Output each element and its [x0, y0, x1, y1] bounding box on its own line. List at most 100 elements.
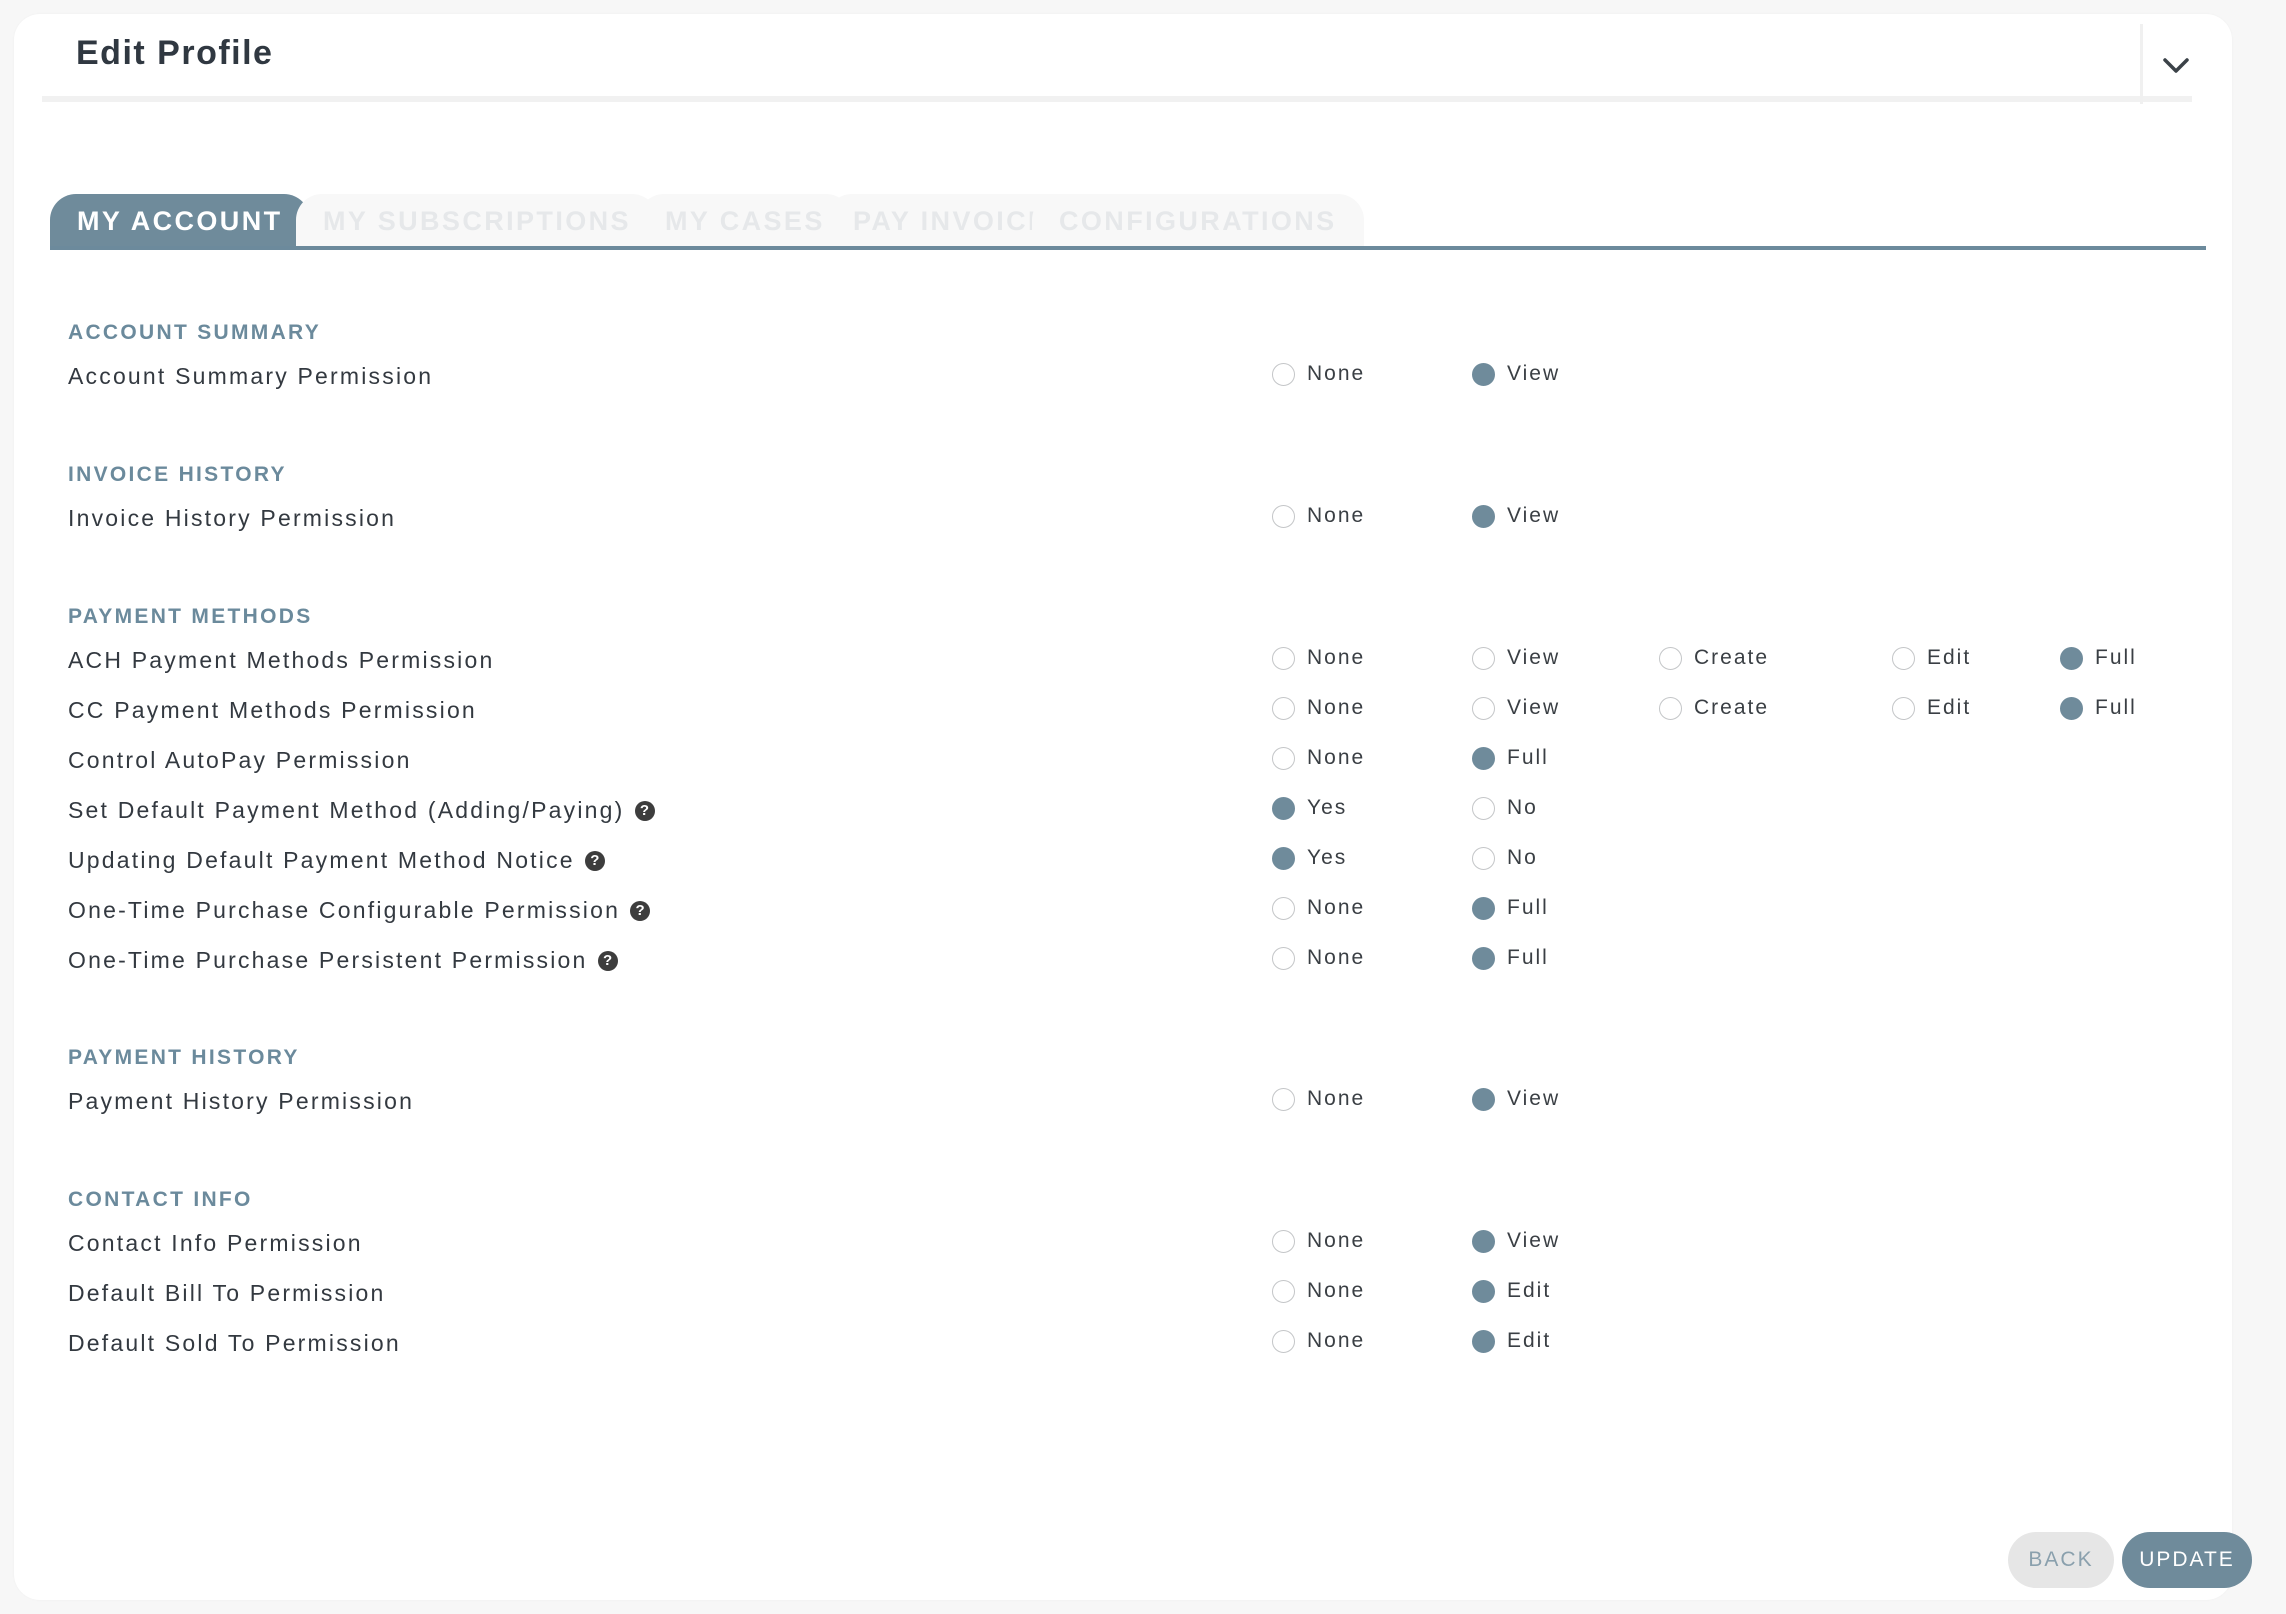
- radio-option-none[interactable]: None: [1272, 946, 1365, 970]
- radio-option-create[interactable]: Create: [1659, 696, 1769, 720]
- radio-option-label: None: [1307, 362, 1366, 385]
- radio-option-yes[interactable]: Yes: [1272, 796, 1347, 820]
- radio-option-no[interactable]: No: [1472, 796, 1538, 820]
- radio-option-edit[interactable]: Edit: [1472, 1329, 1551, 1353]
- radio-button[interactable]: [1472, 1087, 1495, 1111]
- radio-button[interactable]: [1472, 362, 1495, 386]
- radio-option-full[interactable]: Full: [1472, 896, 1549, 920]
- radio-button[interactable]: [1659, 696, 1682, 720]
- radio-button[interactable]: [1472, 1229, 1495, 1253]
- radio-option-none[interactable]: None: [1272, 746, 1365, 770]
- tab-my-subscriptions[interactable]: MY SUBSCRIPTIONS: [296, 194, 658, 246]
- radio-option-full[interactable]: Full: [1472, 946, 1549, 970]
- radio-option-create[interactable]: Create: [1659, 646, 1769, 670]
- chevron-down-icon: [2163, 58, 2189, 73]
- radio-option-none[interactable]: None: [1272, 1229, 1365, 1253]
- radio-option-no[interactable]: No: [1472, 846, 1538, 870]
- radio-option-none[interactable]: None: [1272, 504, 1365, 528]
- radio-button[interactable]: [1272, 1279, 1295, 1303]
- radio-option-label: View: [1507, 504, 1561, 527]
- radio-button[interactable]: [1472, 1329, 1495, 1353]
- radio-button[interactable]: [2060, 696, 2083, 720]
- radio-button[interactable]: [1892, 696, 1915, 720]
- permission-label-text: One-Time Purchase Configurable Permissio…: [68, 897, 621, 923]
- permission-label-text: Updating Default Payment Method Notice: [68, 847, 575, 873]
- update-button[interactable]: UPDATE: [2122, 1532, 2252, 1588]
- radio-option-view[interactable]: View: [1472, 362, 1560, 386]
- radio-option-none[interactable]: None: [1272, 362, 1365, 386]
- radio-button[interactable]: [1472, 504, 1495, 528]
- radio-button[interactable]: [1272, 746, 1295, 770]
- permission-label-text: Set Default Payment Method (Adding/Payin…: [68, 797, 625, 823]
- radio-button[interactable]: [1272, 696, 1295, 720]
- permission-label-text: Default Sold To Permission: [68, 1330, 401, 1356]
- permission-row-label: ACH Payment Methods Permission: [68, 647, 494, 674]
- question-circle-icon[interactable]: ?: [597, 950, 618, 971]
- radio-button[interactable]: [1659, 646, 1682, 670]
- permission-row-label: Invoice History Permission: [68, 505, 396, 532]
- permission-row-label: Contact Info Permission: [68, 1230, 363, 1257]
- radio-option-view[interactable]: View: [1472, 1229, 1560, 1253]
- radio-option-full[interactable]: Full: [2060, 696, 2137, 720]
- radio-option-none[interactable]: None: [1272, 1329, 1365, 1353]
- radio-button[interactable]: [1472, 1279, 1495, 1303]
- page-title: Edit Profile: [76, 34, 274, 72]
- radio-button[interactable]: [1892, 646, 1915, 670]
- radio-button[interactable]: [1472, 946, 1495, 970]
- radio-button[interactable]: [1272, 362, 1295, 386]
- radio-button[interactable]: [1272, 646, 1295, 670]
- radio-button[interactable]: [1272, 846, 1295, 870]
- permission-label-text: ACH Payment Methods Permission: [68, 647, 495, 673]
- radio-button[interactable]: [1472, 896, 1495, 920]
- radio-option-label: None: [1307, 696, 1366, 719]
- radio-button[interactable]: [2060, 646, 2083, 670]
- card-header: Edit Profile: [42, 14, 2192, 104]
- radio-option-label: No: [1507, 796, 1538, 819]
- radio-button[interactable]: [1472, 696, 1495, 720]
- radio-option-full[interactable]: Full: [2060, 646, 2137, 670]
- radio-button[interactable]: [1272, 1329, 1295, 1353]
- radio-button[interactable]: [1272, 946, 1295, 970]
- back-button[interactable]: BACK: [2008, 1532, 2114, 1588]
- radio-button[interactable]: [1272, 1087, 1295, 1111]
- permission-label-text: Default Bill To Permission: [68, 1280, 386, 1306]
- radio-button[interactable]: [1472, 796, 1495, 820]
- radio-option-full[interactable]: Full: [1472, 746, 1549, 770]
- radio-button[interactable]: [1272, 1229, 1295, 1253]
- radio-option-none[interactable]: None: [1272, 696, 1365, 720]
- radio-option-view[interactable]: View: [1472, 696, 1560, 720]
- question-circle-icon[interactable]: ?: [630, 900, 651, 921]
- radio-option-edit[interactable]: Edit: [1892, 646, 1971, 670]
- tab-my-account[interactable]: MY ACCOUNT: [50, 194, 310, 246]
- permission-row-label: One-Time Purchase Configurable Permissio…: [68, 897, 651, 924]
- permission-label-text: Invoice History Permission: [68, 505, 397, 531]
- radio-option-view[interactable]: View: [1472, 504, 1560, 528]
- radio-button[interactable]: [1272, 896, 1295, 920]
- radio-button[interactable]: [1272, 796, 1295, 820]
- radio-option-yes[interactable]: Yes: [1272, 846, 1347, 870]
- permission-label-text: Account Summary Permission: [68, 363, 434, 389]
- radio-option-view[interactable]: View: [1472, 646, 1560, 670]
- permission-row-label: Payment History Permission: [68, 1088, 414, 1115]
- question-circle-icon[interactable]: ?: [634, 800, 655, 821]
- collapse-toggle-button[interactable]: [2156, 46, 2196, 86]
- radio-option-label: View: [1507, 1229, 1561, 1252]
- radio-button[interactable]: [1472, 846, 1495, 870]
- radio-option-none[interactable]: None: [1272, 1279, 1365, 1303]
- radio-option-view[interactable]: View: [1472, 1087, 1560, 1111]
- radio-option-none[interactable]: None: [1272, 896, 1365, 920]
- header-divider: [2140, 24, 2143, 104]
- tab-configurations[interactable]: CONFIGURATIONS: [1032, 194, 1364, 246]
- section-title: ACCOUNT SUMMARY: [68, 321, 322, 344]
- radio-option-label: Full: [1507, 746, 1549, 769]
- radio-option-none[interactable]: None: [1272, 1087, 1365, 1111]
- radio-option-edit[interactable]: Edit: [1892, 696, 1971, 720]
- radio-option-none[interactable]: None: [1272, 646, 1365, 670]
- tab-my-cases[interactable]: MY CASES: [638, 194, 852, 246]
- radio-button[interactable]: [1472, 646, 1495, 670]
- radio-button[interactable]: [1472, 746, 1495, 770]
- radio-option-edit[interactable]: Edit: [1472, 1279, 1551, 1303]
- radio-button[interactable]: [1272, 504, 1295, 528]
- question-circle-icon[interactable]: ?: [584, 850, 605, 871]
- radio-option-label: Full: [2095, 646, 2137, 669]
